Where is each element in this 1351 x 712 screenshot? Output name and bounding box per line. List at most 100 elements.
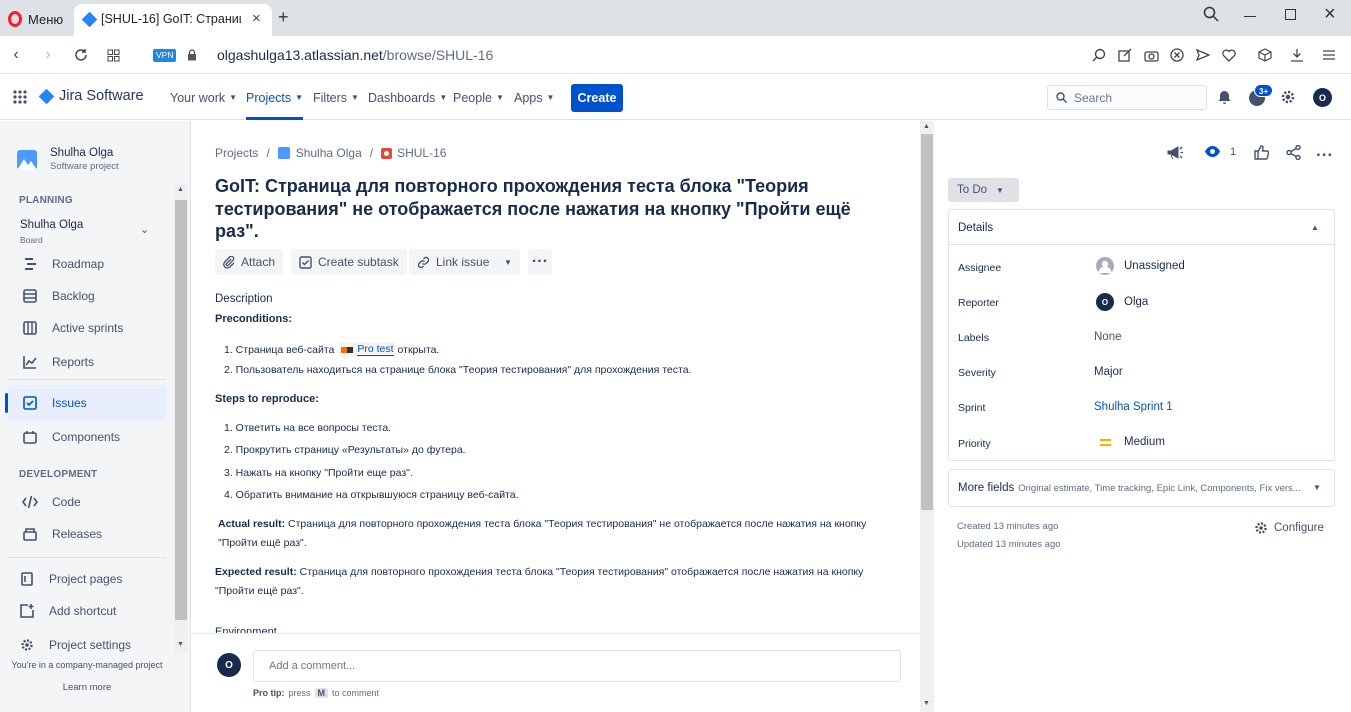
board-icon [22,320,38,336]
back-icon[interactable]: ‹ [7,46,25,64]
scroll-down-icon[interactable]: ▼ [177,641,184,648]
sidebar-item-code[interactable]: Code [8,485,166,519]
close-window-icon[interactable]: × [1324,3,1336,26]
subtask-icon [299,255,312,269]
expected-result-text: Страница для повторного прохождения тест… [215,566,864,597]
maximize-icon[interactable] [1285,9,1296,20]
app-switcher-icon[interactable] [13,90,27,104]
project-sidebar: Shulha Olga Software project PLANNING Sh… [0,121,191,712]
notifications-icon[interactable] [1217,90,1232,105]
comment-input[interactable]: Add a comment... [253,650,901,682]
link-icon [417,256,430,269]
speed-dial-icon[interactable] [104,46,122,64]
more-icon[interactable]: ... [1316,141,1333,161]
tab-close-icon[interactable]: × [252,10,261,27]
link-issue-button[interactable]: Link issue [409,249,498,275]
sprint-field[interactable]: Shulha Sprint 1 [1094,401,1173,413]
sidebar-item-releases[interactable]: Releases [8,517,166,551]
breadcrumb-issue-key[interactable]: SHUL-16 [397,146,446,160]
profile-avatar[interactable]: O [1313,88,1332,107]
sidebar-item-roadmap[interactable]: Roadmap [8,247,166,281]
search-input[interactable]: Search [1047,85,1207,110]
nav-projects[interactable]: Projects ▼ [246,91,304,120]
lock-icon[interactable] [187,49,197,61]
nav-dashboards[interactable]: Dashboards ▼ [368,91,447,105]
jira-logo[interactable]: Jira Software [38,88,144,104]
details-header[interactable]: Details ▲ [949,210,1334,245]
sidebar-item-backlog[interactable]: Backlog [8,279,166,313]
forward-icon[interactable]: › [39,46,57,64]
nav-filters-label: Filters [313,91,348,105]
sidebar-item-add-shortcut[interactable]: Add shortcut [8,594,166,628]
learn-more-link[interactable]: Learn more [0,682,174,693]
sidebar-item-active-sprints[interactable]: Active sprints [8,311,166,345]
attach-label: Attach [241,255,276,269]
more-actions-button[interactable]: ... [528,249,552,275]
steps-heading: Steps to reproduce: [215,390,319,409]
sidebar-scrollbar-thumb[interactable] [175,200,187,620]
assignee-field[interactable]: Unassigned [1096,257,1185,275]
scroll-down-icon[interactable]: ▼ [923,700,930,707]
breadcrumb-project[interactable]: Shulha Olga [296,146,362,160]
reporter-field[interactable]: O Olga [1096,293,1148,311]
link-issue-dropdown[interactable]: ▼ [496,249,520,275]
feedback-icon[interactable] [1167,145,1183,160]
reload-icon[interactable] [72,46,90,64]
main-scrollbar-thumb[interactable] [921,134,933,510]
commenter-avatar: O [217,653,241,677]
chevron-down-icon: ▼ [439,93,448,102]
labels-field[interactable]: None [1094,331,1122,343]
send-icon[interactable] [1194,46,1212,64]
nav-filters[interactable]: Filters ▼ [313,91,359,105]
breadcrumb-projects[interactable]: Projects [215,146,258,160]
sidebar-footer: You're in a company-managed project Lear… [0,653,174,712]
status-dropdown[interactable]: To Do ▼ [948,178,1019,202]
priority-field[interactable]: Medium [1100,436,1165,448]
sidebar-item-issues[interactable]: Issues [5,385,166,421]
sidebar-item-label: Roadmap [52,257,105,271]
project-header[interactable]: Shulha Olga Software project [17,147,119,172]
browser-tab-active[interactable]: [SHUL-16] GoIT: Страница × [74,4,272,36]
share-icon[interactable] [1286,145,1301,160]
sidebar-item-components[interactable]: Components [8,420,166,454]
sidebar-item-project-pages[interactable]: Project pages [8,562,166,596]
create-subtask-button[interactable]: Create subtask [291,249,407,275]
sidebar-item-reports[interactable]: Reports [8,345,166,379]
scroll-up-icon[interactable]: ▲ [923,123,930,130]
thumbs-up-icon[interactable] [1254,145,1269,160]
new-tab-icon[interactable]: + [278,7,289,28]
issue-title[interactable]: GoIT: Страница для повторного прохождени… [215,175,875,243]
watch-button[interactable]: 1 [1204,145,1236,158]
adblock-icon[interactable] [1168,46,1186,64]
precondition-1: 1. Страница веб-сайта Pro test открыта. [224,342,439,357]
nav-your-work[interactable]: Your work ▼ [170,91,237,105]
severity-field[interactable]: Major [1094,366,1123,378]
sprint-label: Sprint [958,402,986,414]
vpn-badge[interactable]: VPN [153,49,177,62]
board-selector[interactable]: Shulha Olga Board ⌄ [8,213,166,247]
browser-tab-bar: Меню [SHUL-16] GoIT: Страница × + × [0,0,1351,36]
more-fields-card[interactable]: More fields Original estimate, Time trac… [948,469,1335,507]
easy-setup-icon[interactable] [1320,46,1338,64]
nav-apps[interactable]: Apps ▼ [514,91,554,105]
camera-icon[interactable] [1142,46,1160,64]
smart-link[interactable]: Pro test [339,342,396,357]
configure-button[interactable]: Configure [1254,521,1324,535]
scroll-up-icon[interactable]: ▲ [177,186,184,193]
search-placeholder: Search [1074,90,1113,105]
edit-icon[interactable] [1116,46,1134,64]
opera-menu-button[interactable]: Меню [8,10,74,28]
download-icon[interactable] [1288,46,1306,64]
url-field[interactable]: olgashulga13.atlassian.net/browse/SHUL-1… [217,47,493,63]
heart-icon[interactable] [1220,46,1238,64]
create-subtask-label: Create subtask [318,255,399,269]
settings-icon[interactable] [1280,89,1296,105]
chevron-down-icon: ⌄ [140,224,150,236]
nav-people[interactable]: People ▼ [453,91,504,105]
create-button[interactable]: Create [571,84,623,112]
attach-button[interactable]: Attach [215,249,284,275]
minimize-icon[interactable] [1244,16,1256,17]
browser-search-icon[interactable] [1203,6,1219,22]
extensions-icon[interactable] [1256,46,1274,64]
page-search-icon[interactable] [1090,46,1108,64]
